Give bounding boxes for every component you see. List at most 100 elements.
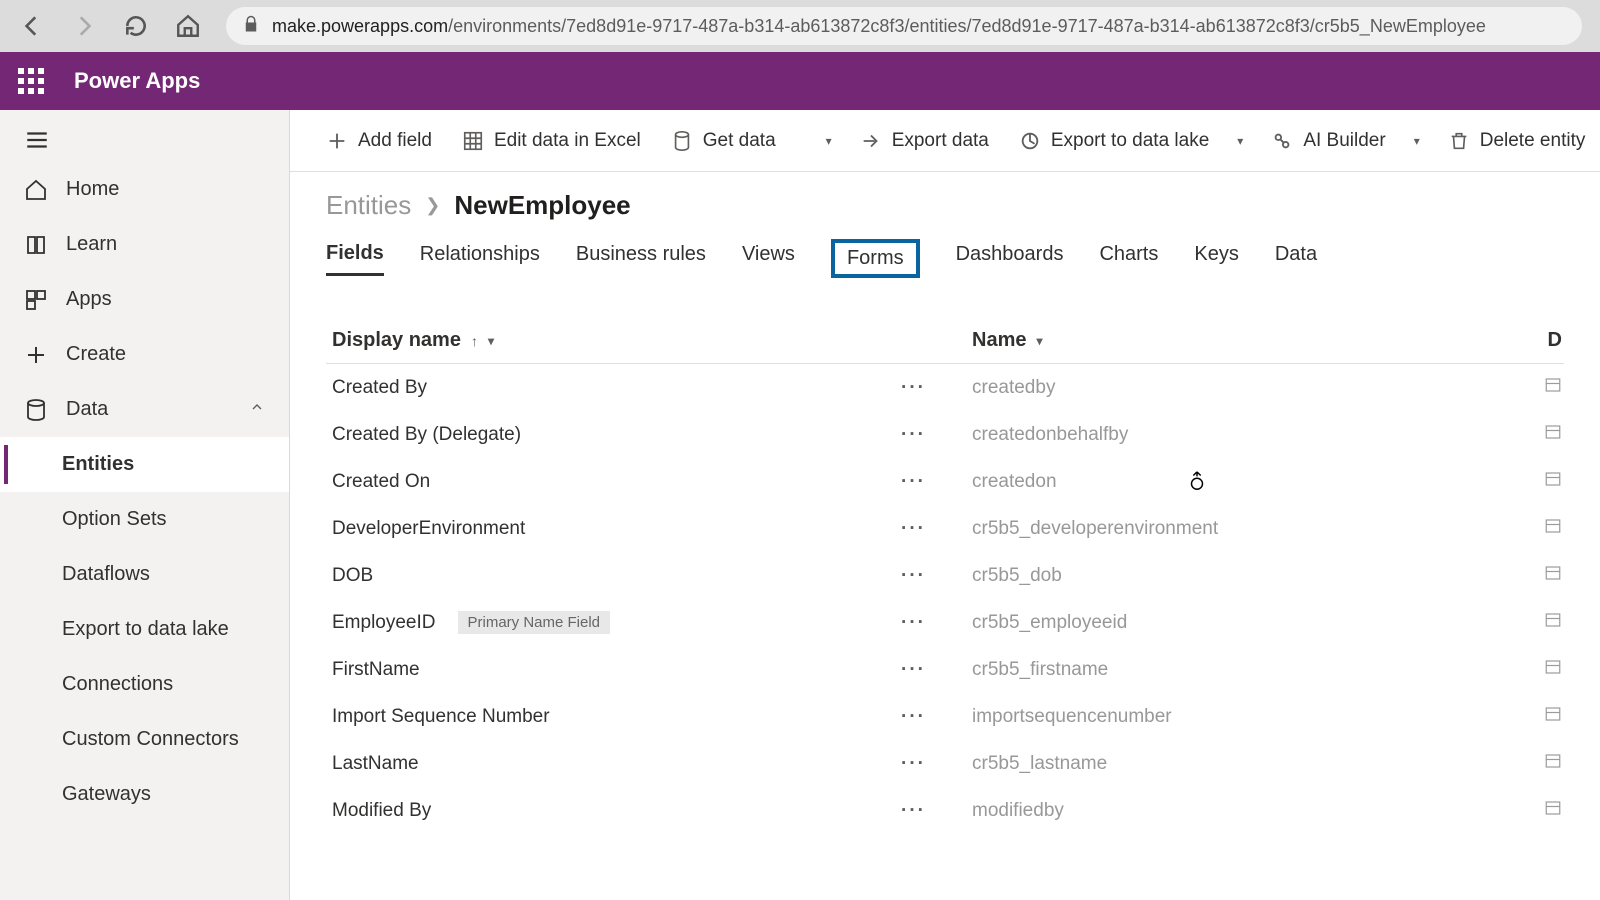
sidebar-item-data[interactable]: Data — [0, 382, 289, 437]
field-display-name: Created By — [332, 377, 427, 399]
table-row[interactable]: Created On···createdon — [326, 458, 1564, 505]
field-schema-name: createdon — [966, 471, 1486, 493]
col-header-display-name[interactable]: Display name ↑ ▾ — [326, 329, 966, 352]
sidebar-item-label: Home — [66, 178, 119, 201]
entity-tabs: Fields Relationships Business rules View… — [326, 239, 1564, 278]
cmd-ai-builder[interactable]: AI Builder — [1263, 121, 1393, 161]
apps-icon — [24, 288, 48, 312]
browser-toolbar: make.powerapps.com/environments/7ed8d91e… — [0, 0, 1600, 52]
sidebar-item-learn[interactable]: Learn — [0, 217, 289, 272]
chevron-up-icon — [249, 398, 265, 421]
table-row[interactable]: LastName ··· cr5b5_lastname — [326, 740, 1564, 787]
row-more-icon[interactable]: ··· — [901, 800, 926, 822]
chevron-down-icon: ▾ — [488, 334, 494, 348]
field-display-name: Import Sequence Number — [332, 706, 550, 728]
row-more-icon[interactable]: ··· — [901, 612, 926, 634]
field-schema-name: modifiedby — [966, 800, 1486, 822]
datatype-icon — [1544, 376, 1562, 394]
field-schema-name: cr5b5_employeeid — [966, 612, 1486, 634]
cmd-add-field[interactable]: Add field — [318, 121, 440, 161]
forward-button[interactable] — [70, 12, 98, 40]
breadcrumb: Entities ❯ NewEmployee — [326, 190, 1564, 221]
tab-forms[interactable]: Forms — [831, 239, 920, 278]
sidebar-sub-custom-connectors[interactable]: Custom Connectors — [0, 712, 289, 767]
row-more-icon[interactable]: ··· — [901, 518, 926, 540]
row-more-icon[interactable]: ··· — [901, 659, 926, 681]
reload-button[interactable] — [122, 12, 150, 40]
home-button[interactable] — [174, 12, 202, 40]
url-text: make.powerapps.com/environments/7ed8d91e… — [272, 16, 1486, 37]
cmd-edit-excel[interactable]: Edit data in Excel — [454, 121, 649, 161]
field-schema-name: importsequencenumber — [966, 706, 1486, 728]
tab-data[interactable]: Data — [1275, 243, 1317, 274]
sidebar-toggle[interactable] — [0, 118, 289, 162]
field-display-name: Created By (Delegate) — [332, 424, 521, 446]
tab-charts[interactable]: Charts — [1099, 243, 1158, 274]
table-row[interactable]: DOB···cr5b5_dob — [326, 552, 1564, 599]
col-header-data-type[interactable]: D — [1486, 329, 1564, 352]
sidebar-item-label: Apps — [66, 288, 112, 311]
row-more-icon[interactable]: ··· — [901, 424, 926, 446]
datatype-icon — [1544, 423, 1562, 441]
row-more-icon[interactable]: ··· — [901, 706, 926, 728]
field-display-name: LastName — [332, 753, 419, 775]
sidebar-sub-connections[interactable]: Connections — [0, 657, 289, 712]
app-header: Power Apps — [0, 52, 1600, 110]
chevron-down-icon: ▾ — [1036, 334, 1042, 348]
datatype-icon — [1544, 658, 1562, 676]
row-more-icon[interactable]: ··· — [901, 565, 926, 587]
cmd-delete-entity[interactable]: Delete entity — [1440, 121, 1594, 161]
datatype-icon — [1544, 470, 1562, 488]
field-display-name: EmployeeID — [332, 612, 436, 634]
col-header-name[interactable]: Name ▾ — [966, 329, 1486, 352]
sidebar-item-home[interactable]: Home — [0, 162, 289, 217]
row-more-icon[interactable]: ··· — [901, 471, 926, 493]
home-icon — [24, 178, 48, 202]
table-row[interactable]: FirstName···cr5b5_firstname — [326, 646, 1564, 693]
sidebar-sub-option-sets[interactable]: Option Sets — [0, 492, 289, 547]
address-bar[interactable]: make.powerapps.com/environments/7ed8d91e… — [226, 7, 1582, 45]
field-schema-name: createdby — [966, 377, 1486, 399]
breadcrumb-root[interactable]: Entities — [326, 190, 411, 221]
field-schema-name: cr5b5_lastname — [966, 753, 1486, 775]
sidebar-item-label: Data — [66, 398, 108, 421]
sidebar-item-create[interactable]: Create — [0, 327, 289, 382]
row-more-icon[interactable]: ··· — [901, 753, 926, 775]
chevron-down-icon[interactable]: ▾ — [1231, 134, 1249, 148]
cmd-get-data[interactable]: Get data — [663, 121, 784, 161]
sidebar-item-apps[interactable]: Apps — [0, 272, 289, 327]
table-row[interactable]: Modified By ··· modifiedby — [326, 787, 1564, 834]
lake-icon — [1019, 130, 1041, 152]
cmd-export-data[interactable]: Export data — [852, 121, 997, 161]
app-launcher-icon[interactable] — [14, 64, 48, 98]
table-row[interactable]: Created By ··· createdby — [326, 364, 1564, 411]
lock-icon — [242, 15, 260, 38]
fields-table: Display name ↑ ▾ Name ▾ D Created By ··· c… — [326, 318, 1564, 834]
tab-relationships[interactable]: Relationships — [420, 243, 540, 274]
chevron-down-icon[interactable]: ▾ — [1408, 134, 1426, 148]
tab-business-rules[interactable]: Business rules — [576, 243, 706, 274]
database-icon — [671, 130, 693, 152]
tab-keys[interactable]: Keys — [1194, 243, 1238, 274]
field-display-name: Modified By — [332, 800, 431, 822]
chevron-right-icon: ❯ — [425, 195, 440, 216]
datatype-icon — [1544, 611, 1562, 629]
row-more-icon[interactable]: ··· — [901, 377, 926, 399]
back-button[interactable] — [18, 12, 46, 40]
chevron-down-icon[interactable]: ▾ — [820, 134, 838, 148]
tab-views[interactable]: Views — [742, 243, 795, 274]
excel-icon — [462, 130, 484, 152]
sidebar-sub-dataflows[interactable]: Dataflows — [0, 547, 289, 602]
sidebar-sub-entities[interactable]: Entities — [0, 437, 289, 492]
table-row[interactable]: Import Sequence Number ··· importsequencen… — [326, 693, 1564, 740]
tab-fields[interactable]: Fields — [326, 242, 384, 276]
table-row[interactable]: Created By (Delegate)···createdonbehalfb… — [326, 411, 1564, 458]
table-row[interactable]: EmployeeIDPrimary Name Field···cr5b5_emp… — [326, 599, 1564, 646]
datatype-icon — [1544, 705, 1562, 723]
cmd-export-lake[interactable]: Export to data lake — [1011, 121, 1217, 161]
plus-icon — [24, 343, 48, 367]
tab-dashboards[interactable]: Dashboards — [956, 243, 1064, 274]
sidebar-sub-export-lake[interactable]: Export to data lake — [0, 602, 289, 657]
sidebar-sub-gateways[interactable]: Gateways — [0, 767, 289, 822]
table-row[interactable]: DeveloperEnvironment···cr5b5_developeren… — [326, 505, 1564, 552]
